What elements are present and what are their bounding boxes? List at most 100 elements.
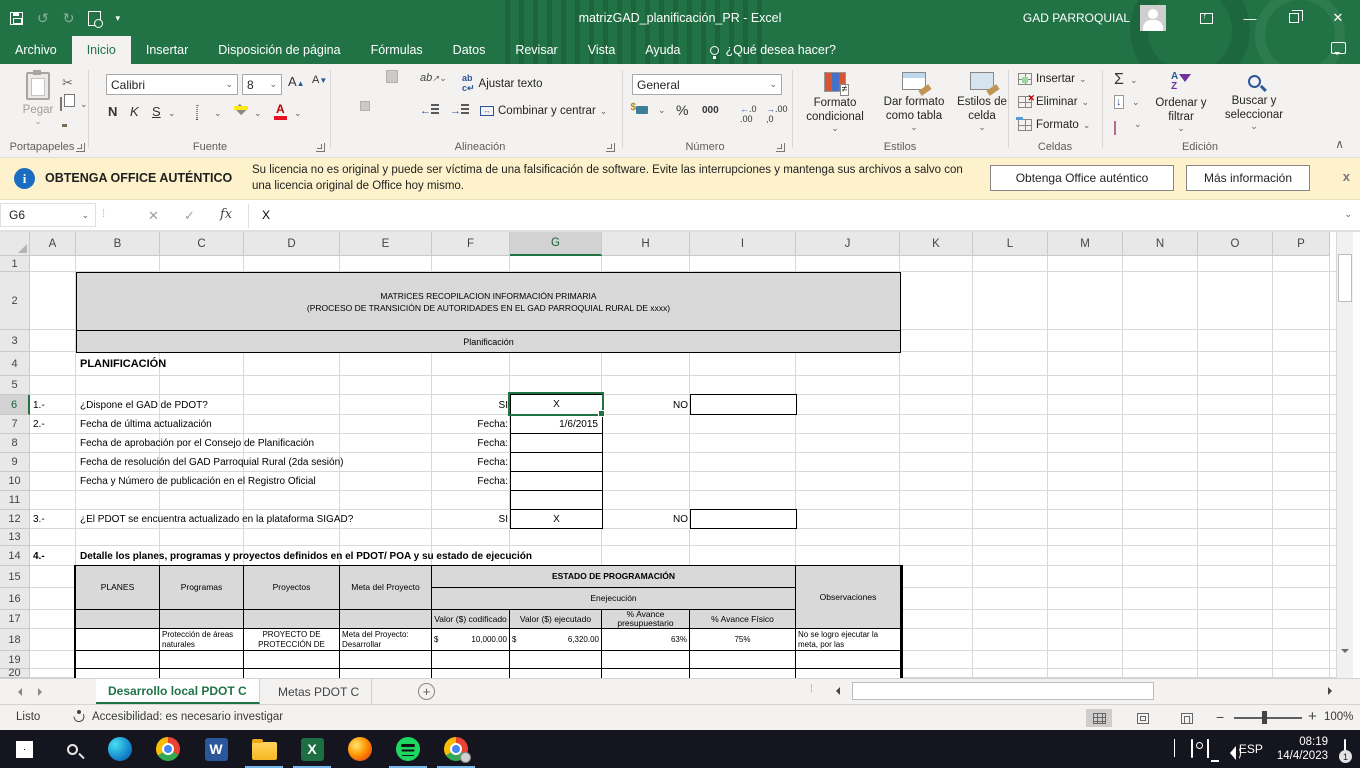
zoom-in-button[interactable]: + xyxy=(1308,708,1317,725)
account-name[interactable]: GAD PARROQUIAL xyxy=(1023,11,1130,25)
decrease-decimal-button[interactable]: →.00,0 xyxy=(766,104,788,124)
notification-center-button[interactable]: 1 xyxy=(1344,740,1346,758)
font-color-caret-icon[interactable]: ⌄ xyxy=(294,109,302,118)
vertical-scroll-thumb[interactable] xyxy=(1338,254,1352,302)
increase-decimal-button[interactable]: ←.0.00 xyxy=(740,104,757,124)
font-color-button[interactable]: A xyxy=(274,104,287,116)
tab-datos[interactable]: Datos xyxy=(438,36,501,64)
th-programas-band[interactable] xyxy=(160,610,244,629)
row-header-7[interactable]: 7 xyxy=(0,415,30,434)
td-empty[interactable] xyxy=(432,651,510,669)
tray-expand-icon[interactable] xyxy=(1174,740,1175,758)
cell-i12[interactable] xyxy=(690,509,797,529)
cell-f10[interactable]: Fecha: xyxy=(432,472,508,491)
column-header-P[interactable]: P xyxy=(1273,232,1330,256)
find-select-button[interactable]: Buscar y seleccionar ⌄ xyxy=(1216,72,1292,131)
tab-ayuda[interactable]: Ayuda xyxy=(630,36,695,64)
tab-revisar[interactable]: Revisar xyxy=(500,36,572,64)
restore-button[interactable] xyxy=(1272,0,1316,36)
bold-button[interactable]: N xyxy=(108,104,117,119)
cell-a6[interactable]: 1.- xyxy=(33,395,45,415)
row-header-18[interactable]: 18 xyxy=(0,629,30,651)
taskbar-chrome-profile[interactable] xyxy=(432,730,480,768)
td-empty[interactable] xyxy=(510,669,602,678)
cell-b6[interactable]: ¿Dispone el GAD de PDOT? xyxy=(80,395,208,415)
sheet-nav-right-icon[interactable] xyxy=(38,688,46,696)
cell-b10[interactable]: Fecha y Número de publicación en el Regi… xyxy=(80,472,316,491)
sort-filter-button[interactable]: AZ Ordenar y filtrar ⌄ xyxy=(1148,72,1214,133)
th-planes-band[interactable] xyxy=(76,610,160,629)
font-size-combo[interactable]: 8⌄ xyxy=(242,74,282,95)
format-cells-button[interactable]: Formato⌄ xyxy=(1018,119,1090,131)
column-header-E[interactable]: E xyxy=(340,232,432,256)
cell-subtitle-merged[interactable]: Planificación xyxy=(76,330,901,353)
minimize-button[interactable]: — xyxy=(1228,0,1272,36)
italic-button[interactable]: K xyxy=(130,104,139,119)
cell-f9[interactable]: Fecha: xyxy=(432,453,508,472)
tab-formulas[interactable]: Fórmulas xyxy=(356,36,438,64)
insert-function-icon[interactable]: fx xyxy=(220,207,232,222)
zoom-out-button[interactable]: − xyxy=(1216,709,1224,725)
taskbar-excel[interactable]: X xyxy=(288,730,336,768)
comma-style-button[interactable]: 000 xyxy=(702,105,719,116)
align-bottom-button[interactable] xyxy=(386,70,398,83)
column-header-G[interactable]: G xyxy=(510,232,602,256)
column-header-M[interactable]: M xyxy=(1048,232,1123,256)
cell-i6[interactable] xyxy=(690,394,797,415)
taskbar-file-explorer[interactable] xyxy=(240,730,288,768)
avatar[interactable] xyxy=(1140,5,1166,31)
clear-button[interactable]: ⌄ xyxy=(1114,122,1116,134)
cell-f7[interactable]: Fecha: xyxy=(432,415,508,434)
font-dialog-launcher-icon[interactable] xyxy=(316,143,325,152)
underline-caret-icon[interactable]: ⌄ xyxy=(168,109,176,118)
vertical-scrollbar[interactable] xyxy=(1336,232,1353,678)
taskbar-search-button[interactable] xyxy=(48,730,96,768)
scroll-down-icon[interactable] xyxy=(1341,653,1349,671)
cell-f8[interactable]: Fecha: xyxy=(432,434,508,453)
cell-h6[interactable]: NO xyxy=(602,395,688,415)
column-header-B[interactable]: B xyxy=(76,232,160,256)
row-header-13[interactable]: 13 xyxy=(0,529,30,546)
column-header-K[interactable]: K xyxy=(900,232,973,256)
zoom-level[interactable]: 100% xyxy=(1324,711,1353,723)
normal-view-button[interactable] xyxy=(1086,709,1112,727)
row-header-6[interactable]: 6 xyxy=(0,395,30,415)
conditional-formatting-button[interactable]: Formato condicional ⌄ xyxy=(800,72,870,133)
td-valor-ejecutado[interactable]: $ 6,320.00 xyxy=(510,629,602,651)
cell-styles-button[interactable]: Estilos de celda ⌄ xyxy=(956,72,1008,132)
increase-indent-button[interactable]: → xyxy=(450,104,469,117)
new-sheet-button[interactable]: + xyxy=(418,683,435,700)
zoom-slider[interactable] xyxy=(1234,717,1302,719)
th-valor-codificado[interactable]: Valor ($) codificado xyxy=(432,610,510,629)
network-icon[interactable] xyxy=(1207,740,1209,758)
column-header-L[interactable]: L xyxy=(973,232,1048,256)
decrease-indent-button[interactable]: ← xyxy=(420,104,439,117)
cell-b7[interactable]: Fecha de última actualización xyxy=(80,415,212,434)
column-header-I[interactable]: I xyxy=(690,232,796,256)
td-valor-codificado[interactable]: $ 10,000.00 xyxy=(432,629,510,651)
td-empty[interactable] xyxy=(690,669,796,678)
td-empty[interactable] xyxy=(602,669,690,678)
cell-b14[interactable]: Detalle los planes, programas y proyecto… xyxy=(80,546,532,566)
percent-style-button[interactable]: % xyxy=(676,102,688,118)
wrap-text-button[interactable]: abc↵ Ajustar texto xyxy=(462,73,542,94)
meet-now-icon[interactable] xyxy=(1191,740,1193,758)
th-programas[interactable]: Programas xyxy=(160,566,244,610)
th-estado[interactable]: ESTADO DE PROGRAMACIÓN xyxy=(432,566,796,588)
th-meta[interactable]: Meta del Proyecto xyxy=(340,566,432,610)
paste-button[interactable]: Pegar ⌄ xyxy=(12,72,64,126)
column-header-H[interactable]: H xyxy=(602,232,690,256)
copy-button[interactable]: ⌄ xyxy=(60,98,62,110)
row-header-9[interactable]: 9 xyxy=(0,453,30,472)
get-genuine-office-button[interactable]: Obtenga Office auténtico xyxy=(990,165,1174,191)
td-empty[interactable] xyxy=(340,651,432,669)
cell-b4[interactable]: PLANIFICACIÓN xyxy=(80,352,166,376)
tab-inicio[interactable]: Inicio xyxy=(72,36,131,64)
tab-insertar[interactable]: Insertar xyxy=(131,36,203,64)
cell-g12[interactable]: X xyxy=(510,509,603,529)
taskbar-firefox[interactable] xyxy=(336,730,384,768)
column-header-J[interactable]: J xyxy=(796,232,900,256)
borders-button[interactable] xyxy=(196,106,198,118)
fill-button[interactable]: ↓⌄ xyxy=(1114,96,1124,108)
cell-g7[interactable]: 1/6/2015 xyxy=(510,414,603,434)
